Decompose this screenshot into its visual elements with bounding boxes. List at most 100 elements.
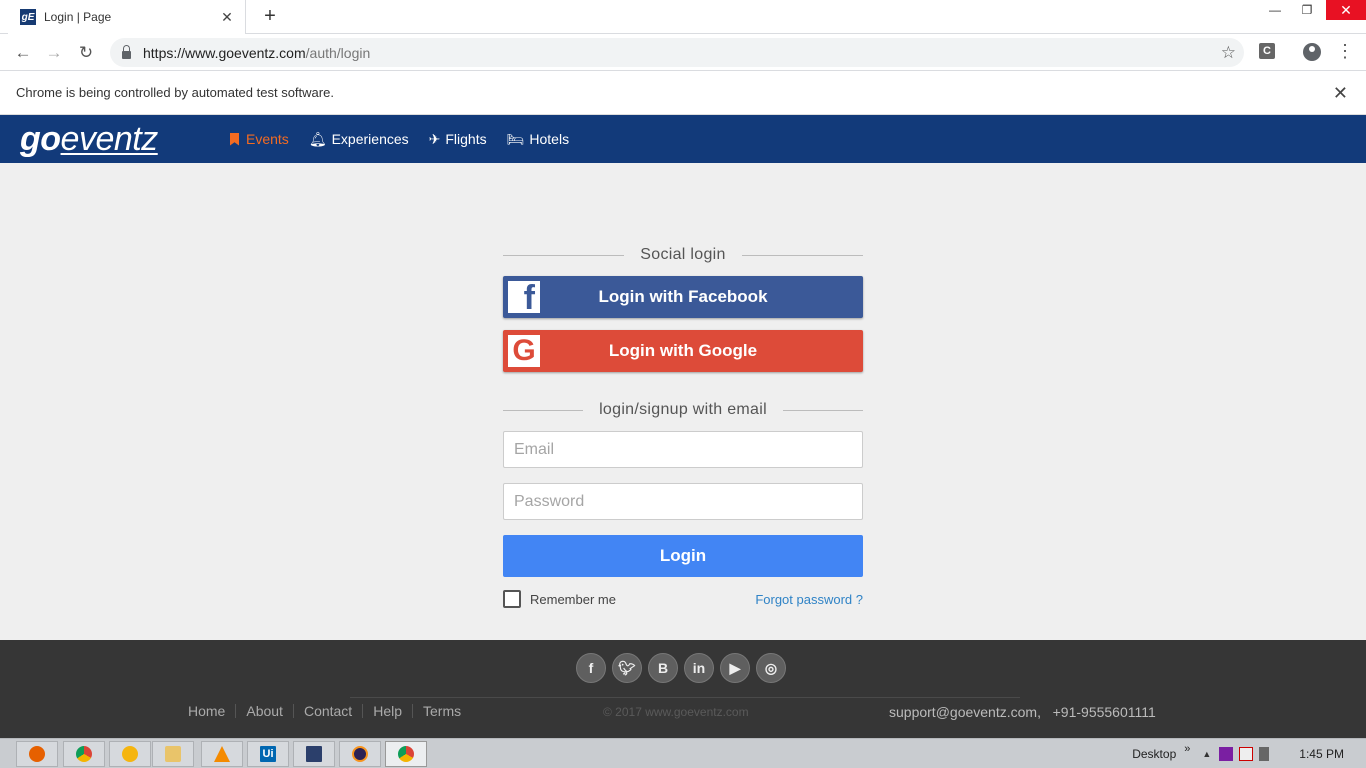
site-navbar: goeventz Events 🔔︎ Experiences ✈ Flights… <box>0 115 1366 163</box>
taskbar-uipath[interactable]: Ui <box>247 741 289 767</box>
taskbar-chrome[interactable] <box>63 741 105 767</box>
social-login-heading: Social login <box>640 246 726 263</box>
browser-toolbar: ← → ↻ https://www.goeventz.com/auth/logi… <box>0 34 1366 71</box>
email-login-divider: login/signup with email <box>503 398 863 422</box>
eclipse-icon <box>352 746 368 762</box>
nav-item-flights[interactable]: ✈ Flights <box>429 131 487 148</box>
remember-me-checkbox[interactable] <box>503 590 521 608</box>
main-nav: Events 🔔︎ Experiences ✈ Flights 🛏︎ Hotel… <box>230 115 589 163</box>
url-text: https://www.goeventz.com/auth/login <box>143 45 370 61</box>
network-status-icon[interactable] <box>1239 747 1254 761</box>
facebook-login-label: Login with Facebook <box>598 287 768 306</box>
facebook-login-button[interactable]: f Login with Facebook <box>503 276 863 318</box>
bell-icon: 🔔︎ <box>308 130 327 147</box>
footer-link-about[interactable]: About <box>236 704 294 718</box>
email-login-heading: login/signup with email <box>599 401 767 418</box>
nav-item-label: Events <box>246 131 289 147</box>
footer-links: Home About Contact Help Terms <box>188 704 471 718</box>
taskbar-file-explorer[interactable] <box>152 741 194 767</box>
reload-icon[interactable]: ↻ <box>75 42 97 64</box>
new-tab-button[interactable]: + <box>258 5 282 28</box>
window-close-button[interactable]: ✕ <box>1326 0 1366 20</box>
site-footer: f 🐦︎ B in ▶ ◎ Home About Contact Help Te… <box>0 640 1366 738</box>
taskbar-chrome-canary[interactable] <box>109 741 151 767</box>
instagram-icon[interactable]: ◎ <box>756 653 786 683</box>
chrome-icon <box>76 746 92 762</box>
nav-item-label: Flights <box>445 131 487 147</box>
footer-divider <box>350 697 1020 698</box>
remember-me-label: Remember me <box>530 591 616 607</box>
password-field[interactable] <box>503 483 863 520</box>
infobar-close-icon[interactable]: ✕ <box>1333 83 1348 104</box>
nav-item-label: Hotels <box>529 131 570 147</box>
taskbar-firefox[interactable] <box>16 741 58 767</box>
battery-icon[interactable] <box>1259 747 1270 761</box>
toolbar-expand-icon[interactable]: » <box>1184 743 1190 755</box>
logo-eventz: eventz <box>60 120 159 158</box>
profile-avatar-icon[interactable] <box>1303 43 1321 61</box>
chrome-icon <box>398 746 414 762</box>
remember-row: Remember me Forgot password ? <box>503 589 863 609</box>
uipath-icon: Ui <box>260 746 276 762</box>
contact-info: support@goeventz.com, +91-9555601111 <box>889 704 1156 720</box>
blog-icon[interactable]: B <box>648 653 678 683</box>
social-links: f 🐦︎ B in ▶ ◎ <box>576 653 792 683</box>
footer-link-terms[interactable]: Terms <box>413 704 471 718</box>
url-host: https://www.goeventz.com <box>143 44 306 61</box>
tab-close-icon[interactable]: ✕ <box>219 9 235 26</box>
remember-me[interactable]: Remember me <box>503 590 616 608</box>
browser-tabstrip: gE Login | Page ✕ + — ❐ ✕ <box>0 0 1366 34</box>
google-login-button[interactable]: G Login with Google <box>503 330 863 372</box>
site-favicon-icon: gE <box>20 9 36 25</box>
email-field[interactable] <box>503 431 863 468</box>
desktop-toolbar-label[interactable]: Desktop <box>1132 747 1176 761</box>
clock[interactable]: 1:45 PM <box>1299 747 1344 761</box>
plane-icon: ✈ <box>428 130 441 147</box>
taskbar-app-monitor[interactable] <box>293 741 335 767</box>
forward-arrow-icon[interactable]: → <box>43 42 65 64</box>
chrome-canary-icon <box>122 746 138 762</box>
google-login-label: Login with Google <box>608 341 758 360</box>
login-button[interactable]: Login <box>503 535 863 577</box>
restore-button[interactable]: ❐ <box>1294 0 1320 20</box>
facebook-icon: f <box>508 281 540 315</box>
linkedin-icon[interactable]: in <box>684 653 714 683</box>
taskbar-eclipse[interactable] <box>339 741 381 767</box>
nav-item-label: Experiences <box>331 131 409 147</box>
nav-item-experiences[interactable]: 🔔︎ Experiences <box>309 131 409 148</box>
social-login-divider: Social login <box>503 243 863 267</box>
footer-link-contact[interactable]: Contact <box>294 704 364 718</box>
minimize-button[interactable]: — <box>1262 0 1288 20</box>
automation-infobar: Chrome is being controlled by automated … <box>0 71 1366 115</box>
footer-link-help[interactable]: Help <box>363 704 413 718</box>
google-plus-icon: G <box>508 334 540 367</box>
app-tray-icon[interactable] <box>1219 747 1234 761</box>
windows-taskbar: Ui Desktop » ▲ 1:45 PM <box>0 738 1366 768</box>
infobar-message: Chrome is being controlled by automated … <box>16 85 334 100</box>
browser-tab[interactable]: gE Login | Page ✕ <box>8 0 246 34</box>
forgot-password-link[interactable]: Forgot password ? <box>755 592 863 607</box>
folder-icon <box>165 746 181 762</box>
kebab-menu-icon[interactable]: ⋮ <box>1336 41 1354 61</box>
nav-item-hotels[interactable]: 🛏︎ Hotels <box>507 131 569 148</box>
show-hidden-icons-icon[interactable]: ▲ <box>1202 749 1211 759</box>
bookmark-star-icon[interactable]: ☆ <box>1221 43 1236 63</box>
copyright-text: © 2017 www.goeventz.com <box>603 705 749 719</box>
nav-item-events[interactable]: Events <box>230 131 289 147</box>
tab-title: Login | Page <box>44 10 112 24</box>
logo-go: go <box>20 120 61 158</box>
window-controls: — ❐ ✕ <box>1256 0 1366 26</box>
youtube-icon[interactable]: ▶ <box>720 653 750 683</box>
monitor-app-icon <box>306 746 322 762</box>
address-bar[interactable]: https://www.goeventz.com/auth/login ☆ <box>110 38 1244 67</box>
back-arrow-icon[interactable]: ← <box>12 42 34 64</box>
login-panel: Social login f Login with Facebook G Log… <box>503 243 863 609</box>
taskbar-vlc[interactable] <box>201 741 243 767</box>
goeventz-logo[interactable]: goeventz <box>20 119 158 159</box>
taskbar-chrome-active[interactable] <box>385 741 427 767</box>
system-tray: Desktop » ▲ 1:45 PM <box>1132 739 1366 768</box>
facebook-icon[interactable]: f <box>576 653 606 683</box>
twitter-icon[interactable]: 🐦︎ <box>612 653 642 683</box>
footer-link-home[interactable]: Home <box>188 704 237 718</box>
extension-icon[interactable]: C <box>1259 43 1275 59</box>
